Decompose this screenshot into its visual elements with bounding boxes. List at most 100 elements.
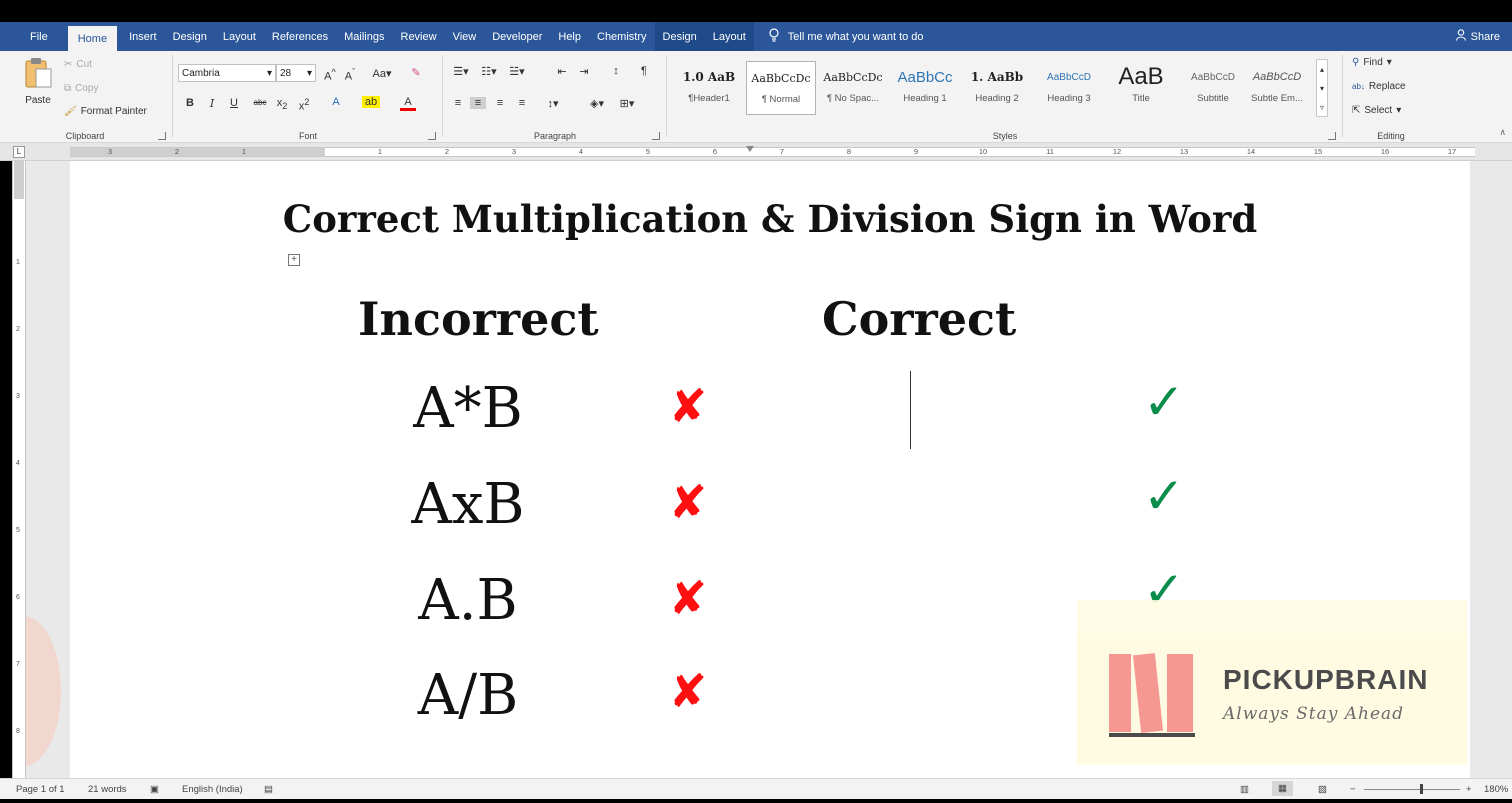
multilevel-list-icon[interactable]: ☱▾ [506,65,528,78]
zoom-out-icon[interactable]: − [1350,784,1356,795]
language-indicator[interactable]: English (India) [182,784,243,795]
page-count[interactable]: Page 1 of 1 [16,784,65,795]
strikethrough-icon[interactable]: abc [252,98,268,107]
status-bar: Page 1 of 1 21 words ▣ English (India) ▤… [0,778,1512,799]
paragraph-launcher-icon[interactable] [652,132,660,140]
borders-icon[interactable]: ⊞▾ [616,97,638,110]
align-left-icon[interactable]: ≡ [450,97,466,109]
proofing-icon[interactable]: ▣ [150,784,159,795]
underline-icon[interactable]: U [226,97,242,109]
print-layout-icon[interactable]: ▦ [1272,781,1293,796]
zoom-in-icon[interactable]: + [1466,784,1472,795]
style-subtitle[interactable]: AaBbCcD Subtitle [1178,61,1248,115]
vertical-ruler[interactable]: 1 2 3 4 5 6 7 8 [12,161,26,778]
tab-file[interactable]: File [0,22,64,51]
font-name-value: Cambria [182,67,220,79]
indent-marker[interactable] [746,146,754,158]
tab-help[interactable]: Help [550,22,589,51]
subscript-icon[interactable]: x2 [274,97,290,111]
cut-button[interactable]: ✂ Cut [64,59,92,70]
copy-button[interactable]: ⧉ Copy [64,83,99,94]
grow-font-icon[interactable]: A^ [322,67,338,83]
web-layout-icon[interactable]: ▧ [1318,784,1327,795]
bullets-icon[interactable]: ☰▾ [450,65,472,78]
style-heading-3[interactable]: AaBbCcD Heading 3 [1034,61,1104,115]
increase-indent-icon[interactable]: ⇥ [576,65,592,78]
green-check-icon: ✓ [1143,373,1185,431]
collapse-ribbon-icon[interactable]: ∧ [1499,127,1506,138]
font-name-box[interactable]: Cambria ▾ [178,64,276,82]
chevron-down-icon: ▾ [1396,105,1402,116]
show-formatting-icon[interactable]: ¶ [636,65,652,77]
read-mode-icon[interactable]: ▥ [1240,784,1249,795]
change-case-icon[interactable]: Aa▾ [370,67,394,80]
style-heading-2[interactable]: 1. AaBb Heading 2 [962,61,1032,115]
sort-icon[interactable]: ↕ [608,65,624,77]
tab-references[interactable]: References [264,22,336,51]
word-count[interactable]: 21 words [88,784,127,795]
share-button[interactable]: Share [1444,29,1512,44]
numbering-icon[interactable]: ☷▾ [478,65,500,78]
shrink-font-icon[interactable]: Aˇ [342,67,358,83]
zoom-slider[interactable] [1364,789,1460,790]
font-color-icon[interactable]: A [400,96,416,111]
clipboard-group-label: Clipboard [65,131,105,141]
clipboard-icon [25,58,52,88]
zoom-slider-thumb[interactable] [1420,784,1423,794]
tab-insert[interactable]: Insert [121,22,165,51]
replace-button[interactable]: ab↓ Replace [1352,81,1406,92]
align-right-icon[interactable]: ≡ [492,97,508,109]
italic-icon[interactable]: I [204,97,220,110]
font-size-box[interactable]: 28 ▾ [276,64,316,82]
tab-review[interactable]: Review [393,22,445,51]
text-effects-icon[interactable]: A [328,96,344,108]
superscript-icon[interactable]: x2 [296,97,312,113]
ruler-number: 3 [107,147,113,156]
chevron-down-icon: ▾ [1386,57,1392,68]
tab-table-design[interactable]: Design [654,22,705,51]
tab-home[interactable]: Home [67,26,118,51]
horizontal-ruler[interactable]: 3 2 1 1 2 3 4 5 6 7 8 9 10 11 12 13 14 1… [0,143,1512,161]
style-no-spacing[interactable]: AaBbCcDc ¶ No Spac... [818,61,888,115]
paste-button[interactable]: Paste [20,57,56,113]
tab-design[interactable]: Design [165,22,215,51]
style-sample: AaBbCcD [1191,71,1235,83]
tab-chemistry[interactable]: Chemistry [589,22,655,51]
group-divider [666,55,667,137]
style-title[interactable]: AaB Title [1106,61,1176,115]
bold-icon[interactable]: B [182,97,198,109]
tab-view[interactable]: View [445,22,485,51]
ruler-number: 15 [1313,147,1323,156]
justify-icon[interactable]: ≡ [514,97,530,109]
style-subtle-emphasis[interactable]: AaBbCcD Subtle Em... [1242,61,1312,115]
tab-mailings[interactable]: Mailings [336,22,392,51]
ruler-number: 2 [444,147,450,156]
table-move-handle-icon[interactable]: + [288,254,300,266]
align-center-icon[interactable]: ≡ [470,97,486,109]
style-header1[interactable]: 1.0 AaB ¶Header1 [674,61,744,115]
font-launcher-icon[interactable] [428,132,436,140]
styles-gallery-scroll[interactable]: ▴ ▾ ▿ [1316,59,1328,117]
style-sample: AaBbCcD [1047,71,1091,83]
format-painter-button[interactable]: 🖌 Format Painter [64,106,147,117]
zoom-level[interactable]: 180% [1484,784,1508,795]
style-heading-1[interactable]: AaBbCc Heading 1 [890,61,960,115]
decrease-indent-icon[interactable]: ⇤ [554,65,570,78]
style-normal[interactable]: AaBbCcDc ¶ Normal [746,61,816,115]
select-button[interactable]: ⇱ Select ▾ [1352,105,1401,116]
shading-icon[interactable]: ◈▾ [586,97,608,110]
tell-me-box[interactable]: Tell me what you want to do [754,28,936,45]
book-shelf [1109,733,1195,737]
tab-developer[interactable]: Developer [484,22,550,51]
clipboard-launcher-icon[interactable] [158,132,166,140]
clear-formatting-icon[interactable]: ✎ [408,66,424,79]
tab-selector[interactable]: L [13,146,25,158]
tab-table-layout[interactable]: Layout [704,22,754,51]
macro-record-icon[interactable]: ▤ [264,784,273,795]
tab-layout[interactable]: Layout [215,22,264,51]
find-button[interactable]: ⚲ Find ▾ [1352,57,1392,68]
line-spacing-icon[interactable]: ↕▾ [542,97,564,110]
styles-launcher-icon[interactable] [1328,132,1336,140]
highlight-icon[interactable]: ab [362,96,380,108]
copy-label: Copy [75,83,99,94]
